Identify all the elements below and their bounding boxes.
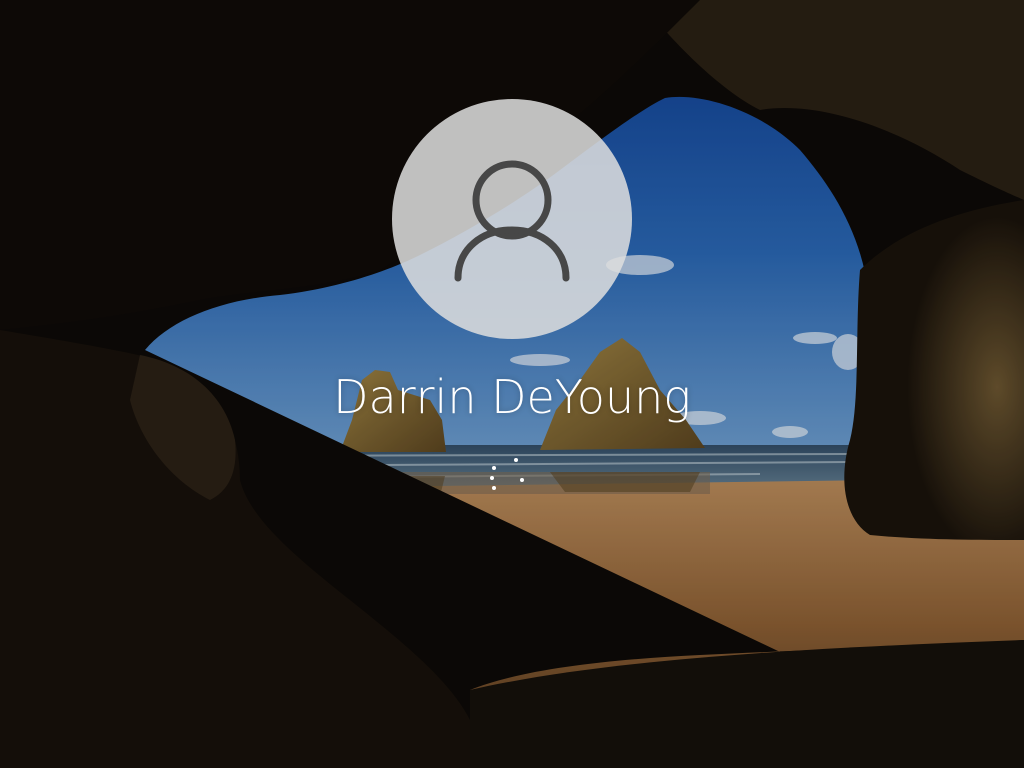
spinner-dot [492, 466, 496, 470]
spinner-dot [492, 486, 496, 490]
spinner-dot [490, 476, 494, 480]
loading-spinner-icon [486, 456, 530, 496]
spinner-dot [520, 478, 524, 482]
spinner-dot [514, 458, 518, 462]
user-avatar [392, 99, 632, 339]
user-icon [454, 160, 570, 282]
user-name-label: Darrin DeYoung [333, 370, 691, 424]
lock-screen: Darrin DeYoung [0, 0, 1024, 768]
